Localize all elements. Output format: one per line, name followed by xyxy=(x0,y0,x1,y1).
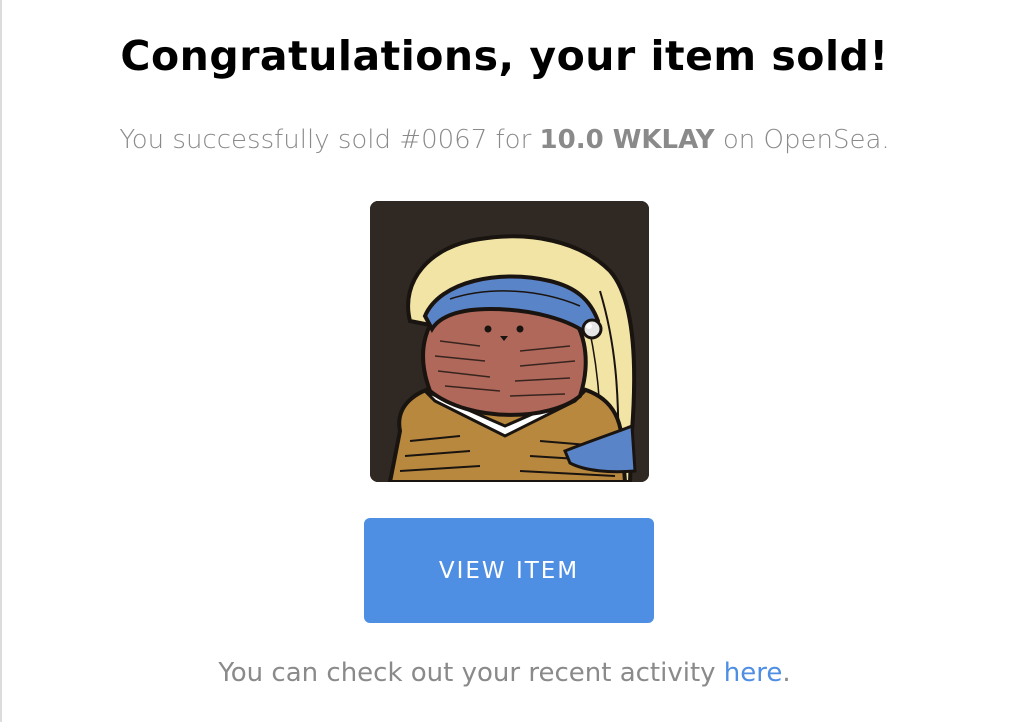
nft-image xyxy=(370,201,649,482)
recent-activity-prefix: You can check out your recent activity xyxy=(218,658,724,688)
recent-activity-end: . xyxy=(782,658,791,688)
sale-message-suffix: on OpenSea. xyxy=(714,125,890,155)
sale-message: You successfully sold #0067 for 10.0 WKL… xyxy=(0,125,1009,155)
sale-price: 10.0 WKLAY xyxy=(539,125,715,155)
recent-activity-link[interactable]: here xyxy=(724,658,783,688)
page-left-border xyxy=(0,0,2,722)
bear-nft-artwork-icon xyxy=(370,201,649,482)
sold-item-id: #0067 xyxy=(399,125,488,155)
recent-activity-text: You can check out your recent activity h… xyxy=(0,658,1009,688)
sale-message-prefix: You successfully sold xyxy=(119,125,400,155)
view-item-button[interactable]: VIEW ITEM xyxy=(364,518,654,623)
page-title: Congratulations, your item sold! xyxy=(120,32,889,80)
sale-message-for: for xyxy=(487,125,540,155)
